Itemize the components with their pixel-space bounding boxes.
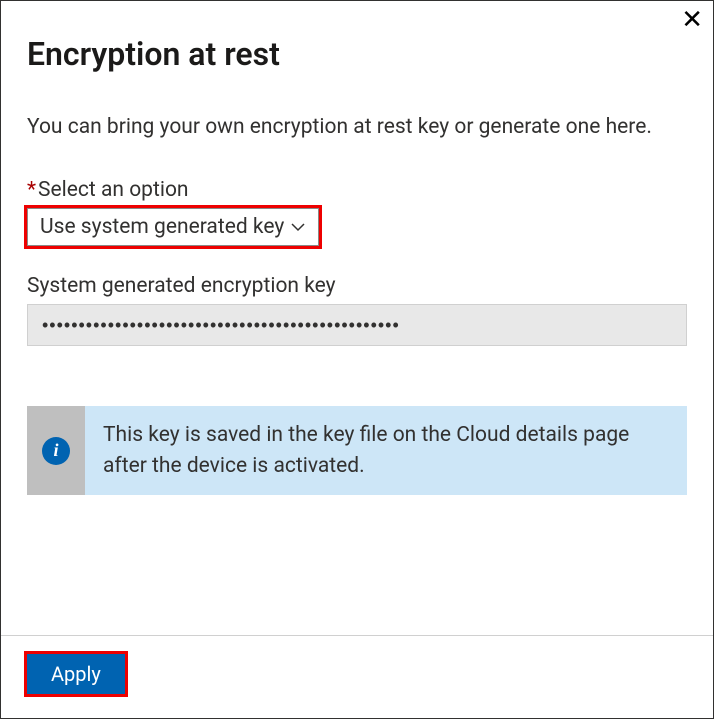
select-option-dropdown[interactable]: Use system generated key (27, 208, 319, 246)
generated-key-value: ••••••••••••••••••••••••••••••••••••••••… (27, 304, 687, 346)
required-marker: * (27, 178, 36, 202)
apply-button[interactable]: Apply (27, 654, 125, 694)
option-label-text: Select an option (38, 178, 188, 202)
page-title: Encryption at rest (27, 35, 687, 73)
option-field-label: *Select an option (27, 178, 687, 202)
dropdown-selected-value: Use system generated key (40, 215, 284, 239)
info-text: This key is saved in the key file on the… (85, 406, 687, 495)
generated-key-label: System generated encryption key (27, 274, 687, 298)
info-icon-wrap: i (27, 406, 85, 495)
info-icon: i (42, 437, 70, 465)
info-banner: i This key is saved in the key file on t… (27, 406, 687, 495)
encryption-at-rest-panel: ✕ Encryption at rest You can bring your … (0, 0, 714, 719)
panel-content: Encryption at rest You can bring your ow… (1, 1, 713, 635)
panel-footer: Apply (1, 635, 713, 718)
close-icon[interactable]: ✕ (681, 7, 703, 33)
description-text: You can bring your own encryption at res… (27, 113, 687, 142)
masked-key-text: ••••••••••••••••••••••••••••••••••••••••… (42, 315, 400, 336)
chevron-down-icon (290, 219, 306, 235)
